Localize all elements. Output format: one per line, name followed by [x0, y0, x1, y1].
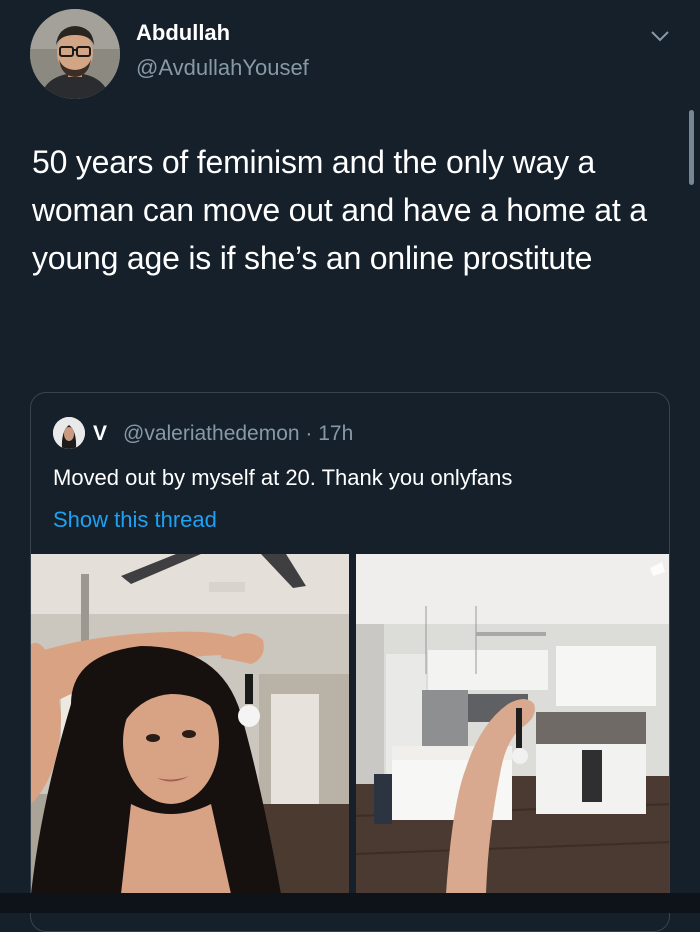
quoted-photo-kitchen[interactable] — [356, 554, 669, 894]
scrollbar[interactable] — [689, 110, 694, 185]
author-handle[interactable]: @AvdullahYousef — [136, 55, 309, 81]
quoted-tweet-text: Moved out by myself at 20. Thank you onl… — [53, 465, 513, 490]
bottom-bar — [0, 893, 700, 913]
chevron-down-icon[interactable] — [648, 24, 672, 48]
author-avatar[interactable] — [30, 9, 120, 99]
quoted-photo-selfie[interactable] — [31, 554, 349, 894]
quoted-author-name[interactable]: V — [93, 422, 107, 446]
quoted-author-handle[interactable]: @valeriathedemon · 17h — [123, 422, 353, 446]
show-thread-link[interactable]: Show this thread — [53, 507, 217, 533]
tweet: Abdullah @AvdullahYousef 50 years of fem… — [0, 0, 700, 932]
tweet-text: 50 years of feminism and the only way a … — [32, 144, 647, 276]
quoted-tweet[interactable]: V @valeriathedemon · 17h Moved out by my… — [30, 392, 670, 932]
author-name[interactable]: Abdullah — [136, 20, 230, 46]
quoted-author-avatar[interactable] — [53, 417, 85, 449]
